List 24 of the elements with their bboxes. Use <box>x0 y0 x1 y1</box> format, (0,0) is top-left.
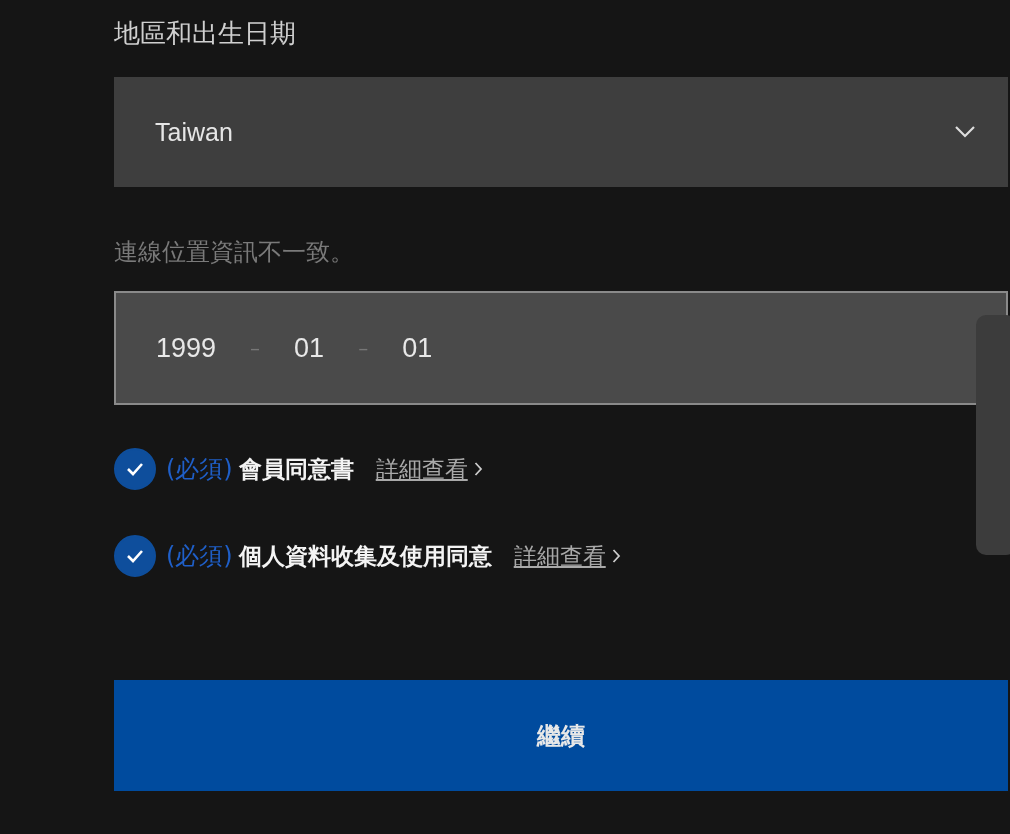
chevron-right-icon <box>611 548 621 564</box>
date-value: 01 <box>402 332 433 364</box>
chevron-down-icon <box>954 125 976 139</box>
location-notice: 連線位置資訊不一致。 <box>114 237 355 268</box>
date-separator: – <box>358 336 369 360</box>
date-separator: – <box>250 336 261 360</box>
date-value: 1999 <box>156 332 217 364</box>
required-label: (必須) <box>166 454 233 485</box>
region-select[interactable]: Taiwan <box>114 77 1008 187</box>
birth-date-field[interactable]: 1999 – 01 – 01 <box>114 291 1008 405</box>
section-title: 地區和出生日期 <box>114 17 297 50</box>
details-link[interactable]: 詳細查看 <box>375 453 468 485</box>
agreement-label: 個人資料收集及使用同意 <box>238 541 492 571</box>
required-label: (必須) <box>166 541 233 572</box>
agreement-label: 會員同意書 <box>238 454 354 484</box>
details-link[interactable]: 詳細查看 <box>513 540 606 572</box>
continue-button[interactable]: 繼續 <box>114 680 1008 791</box>
checkbox[interactable] <box>114 448 156 490</box>
date-value: 01 <box>294 332 325 364</box>
checkmark-icon <box>125 461 145 477</box>
scrollbar-thumb[interactable] <box>976 315 1010 555</box>
chevron-right-icon <box>473 461 483 477</box>
checkmark-icon <box>125 548 145 564</box>
checkbox[interactable] <box>114 535 156 577</box>
